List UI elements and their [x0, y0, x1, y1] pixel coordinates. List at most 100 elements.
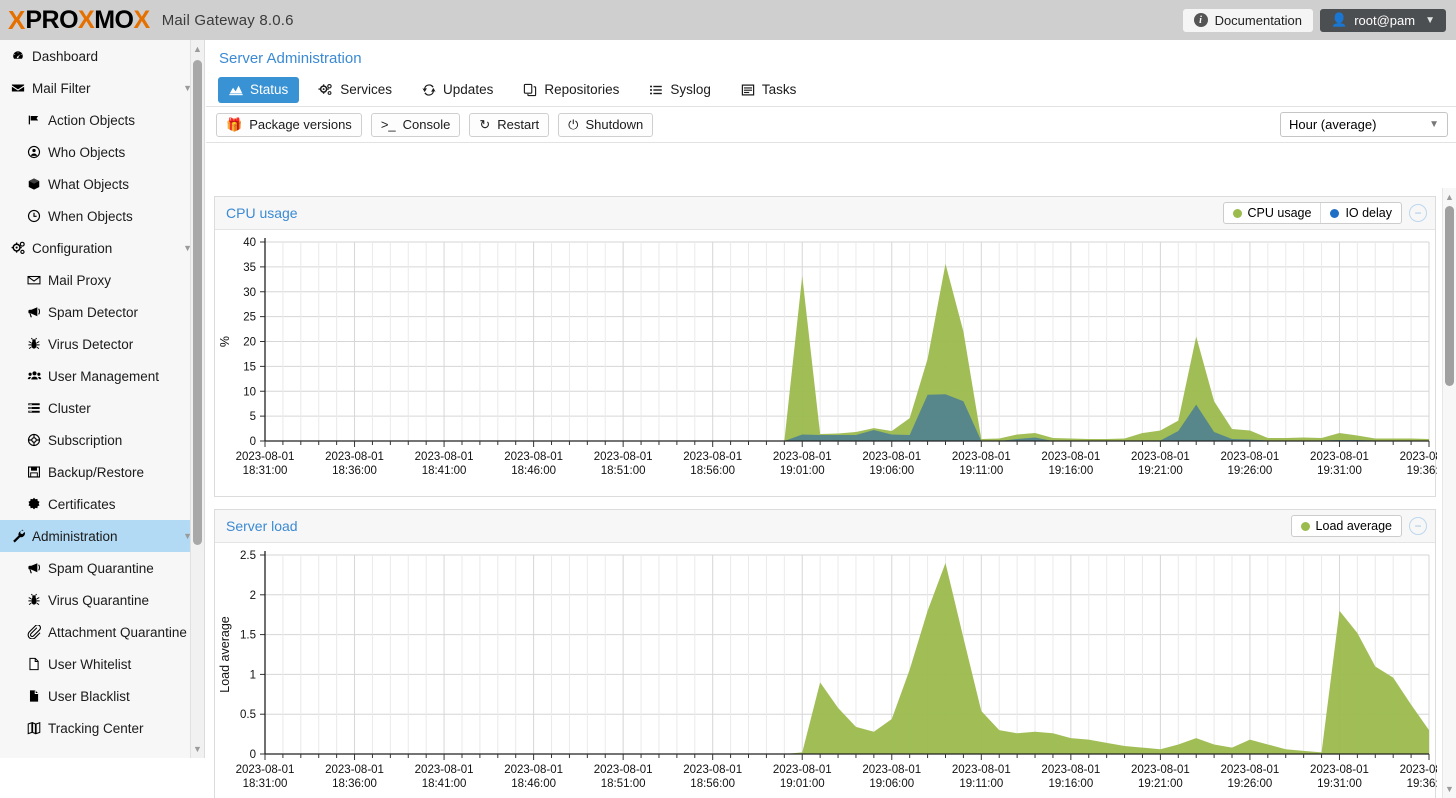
tab-repositories[interactable]: Repositories [512, 77, 630, 103]
copy-icon [523, 83, 537, 97]
sidebar-item-label: Dashboard [32, 49, 198, 64]
users-icon [20, 369, 48, 383]
dashboard-icon [4, 49, 32, 63]
cluster-icon [20, 401, 48, 415]
legend-item-io-delay[interactable]: IO delay [1321, 203, 1401, 223]
svg-text:19:31:00: 19:31:00 [1317, 465, 1362, 477]
cube-icon [20, 177, 48, 191]
content-scroll-up-arrow[interactable]: ▲ [1443, 190, 1456, 204]
app-header: X PROXMOX Mail Gateway 8.0.6 i Documenta… [0, 0, 1456, 40]
svg-text:18:56:00: 18:56:00 [690, 778, 735, 790]
sidebar-item-action-objects[interactable]: Action Objects [0, 104, 204, 136]
documentation-button[interactable]: i Documentation [1183, 9, 1313, 32]
sidebar-item-spam-detector[interactable]: Spam Detector [0, 296, 204, 328]
content-scroll-down-arrow[interactable]: ▼ [1443, 782, 1456, 796]
cpu-usage-panel: CPU usageCPU usageIO delay−0510152025303… [214, 196, 1436, 497]
svg-text:2023-08-01: 2023-08-01 [862, 451, 921, 463]
sidebar-item-label: Spam Detector [48, 305, 198, 320]
user-menu-button[interactable]: 👤 root@pam ▼ [1320, 9, 1446, 32]
package-versions-button[interactable]: 🎁 Package versions [216, 113, 362, 137]
svg-text:40: 40 [243, 237, 256, 249]
legend-item-cpu-usage[interactable]: CPU usage [1224, 203, 1322, 223]
chart-area-icon [229, 83, 243, 96]
tab-bar: Status Services Updates Repositories Syslog T… [206, 73, 1456, 107]
svg-text:2023-08-01: 2023-08-01 [1131, 451, 1190, 463]
sidebar-scroll-up-arrow[interactable]: ▲ [191, 42, 204, 56]
tab-updates[interactable]: Updates [411, 77, 504, 103]
sidebar-item-label: Mail Proxy [48, 273, 198, 288]
svg-text:2023-08-01: 2023-08-01 [415, 451, 474, 463]
svg-text:2023-08-01: 2023-08-01 [1310, 451, 1369, 463]
sidebar-item-cluster[interactable]: Cluster [0, 392, 204, 424]
page-title: Server Administration [206, 40, 1456, 73]
shutdown-button[interactable]: ⏻ Shutdown [558, 113, 653, 137]
restart-button[interactable]: ↻ Restart [469, 113, 549, 137]
certificate-icon [20, 497, 48, 511]
content-scrollbar[interactable]: ▲ ▼ [1442, 188, 1456, 798]
sidebar-scrollbar[interactable]: ▲ ▼ [190, 40, 204, 758]
sidebar-scroll-thumb[interactable] [193, 60, 202, 545]
svg-text:19:06:00: 19:06:00 [869, 778, 914, 790]
sidebar-item-spam-quarantine[interactable]: Spam Quarantine [0, 552, 204, 584]
tab-syslog[interactable]: Syslog [638, 77, 722, 103]
svg-text:19:26:00: 19:26:00 [1228, 465, 1273, 477]
svg-text:19:11:00: 19:11:00 [959, 465, 1003, 477]
proxmox-logo[interactable]: X PROXMOX Mail Gateway 8.0.6 [0, 7, 294, 33]
toolbar: 🎁 Package versions >_ Console ↻ Restart … [206, 107, 1456, 143]
legend-item-load-average[interactable]: Load average [1292, 516, 1401, 536]
gears-icon [318, 83, 333, 97]
sidebar-item-when-objects[interactable]: When Objects [0, 200, 204, 232]
svg-text:2023-08-01: 2023-08-01 [952, 764, 1011, 776]
main-content: Server Administration Status Services Upda… [206, 40, 1456, 758]
timeframe-select[interactable]: Hour (average) ▼ [1280, 112, 1448, 137]
sidebar-item-virus-detector[interactable]: Virus Detector [0, 328, 204, 360]
sidebar-item-tracking-center[interactable]: Tracking Center [0, 712, 204, 744]
sidebar-item-attachment-quarantine[interactable]: Attachment Quarantine [0, 616, 204, 648]
server-load-panel: Server loadLoad average−00.511.522.52023… [214, 509, 1436, 798]
sidebar-item-label: Who Objects [48, 145, 198, 160]
sidebar-item-user-blacklist[interactable]: User Blacklist [0, 680, 204, 712]
tab-status[interactable]: Status [218, 77, 299, 103]
sidebar-item-certificates[interactable]: Certificates [0, 488, 204, 520]
sidebar-item-what-objects[interactable]: What Objects [0, 168, 204, 200]
svg-text:35: 35 [243, 262, 256, 274]
tab-label: Status [250, 82, 288, 97]
svg-text:2023-08-01: 2023-08-01 [594, 451, 653, 463]
panel-title: Server load [226, 518, 298, 534]
restart-icon: ↻ [479, 117, 490, 133]
svg-text:0.5: 0.5 [240, 709, 256, 721]
sidebar-item-mail-proxy[interactable]: Mail Proxy [0, 264, 204, 296]
console-button[interactable]: >_ Console [371, 113, 461, 137]
svg-text:18:46:00: 18:46:00 [511, 778, 556, 790]
collapse-panel-button[interactable]: − [1409, 204, 1427, 222]
svg-text:18:46:00: 18:46:00 [511, 465, 556, 477]
sidebar-item-user-whitelist[interactable]: User Whitelist [0, 648, 204, 680]
sidebar-item-virus-quarantine[interactable]: Virus Quarantine [0, 584, 204, 616]
panel-title: CPU usage [226, 205, 298, 221]
svg-text:18:41:00: 18:41:00 [422, 778, 467, 790]
sidebar-item-label: Subscription [48, 433, 198, 448]
svg-text:2023-08-01: 2023-08-01 [325, 764, 384, 776]
sidebar-scroll-down-arrow[interactable]: ▼ [191, 742, 204, 756]
sidebar-item-subscription[interactable]: Subscription [0, 424, 204, 456]
tab-tasks[interactable]: Tasks [730, 77, 808, 103]
sidebar-item-mail-filter[interactable]: Mail Filter▼ [0, 72, 204, 104]
collapse-panel-button[interactable]: − [1409, 517, 1427, 535]
tab-label: Syslog [670, 82, 711, 97]
sidebar-item-dashboard[interactable]: Dashboard [0, 40, 204, 72]
wrench-icon [4, 529, 32, 544]
envelope-icon [4, 81, 32, 95]
sidebar-item-label: User Blacklist [48, 689, 198, 704]
content-scroll-thumb[interactable] [1445, 206, 1454, 386]
tab-services[interactable]: Services [307, 77, 403, 103]
sidebar-item-backup-restore[interactable]: Backup/Restore [0, 456, 204, 488]
svg-text:2023-08-01: 2023-08-01 [1400, 764, 1437, 776]
sidebar-item-label: User Whitelist [48, 657, 198, 672]
sidebar-item-who-objects[interactable]: Who Objects [0, 136, 204, 168]
sidebar-item-user-management[interactable]: User Management [0, 360, 204, 392]
svg-text:0: 0 [250, 436, 256, 448]
sidebar-item-administration[interactable]: Administration▼ [0, 520, 204, 552]
sidebar-item-configuration[interactable]: Configuration▼ [0, 232, 204, 264]
gears-icon [4, 241, 32, 256]
logo-wordmark: PROXMOX [25, 8, 149, 33]
